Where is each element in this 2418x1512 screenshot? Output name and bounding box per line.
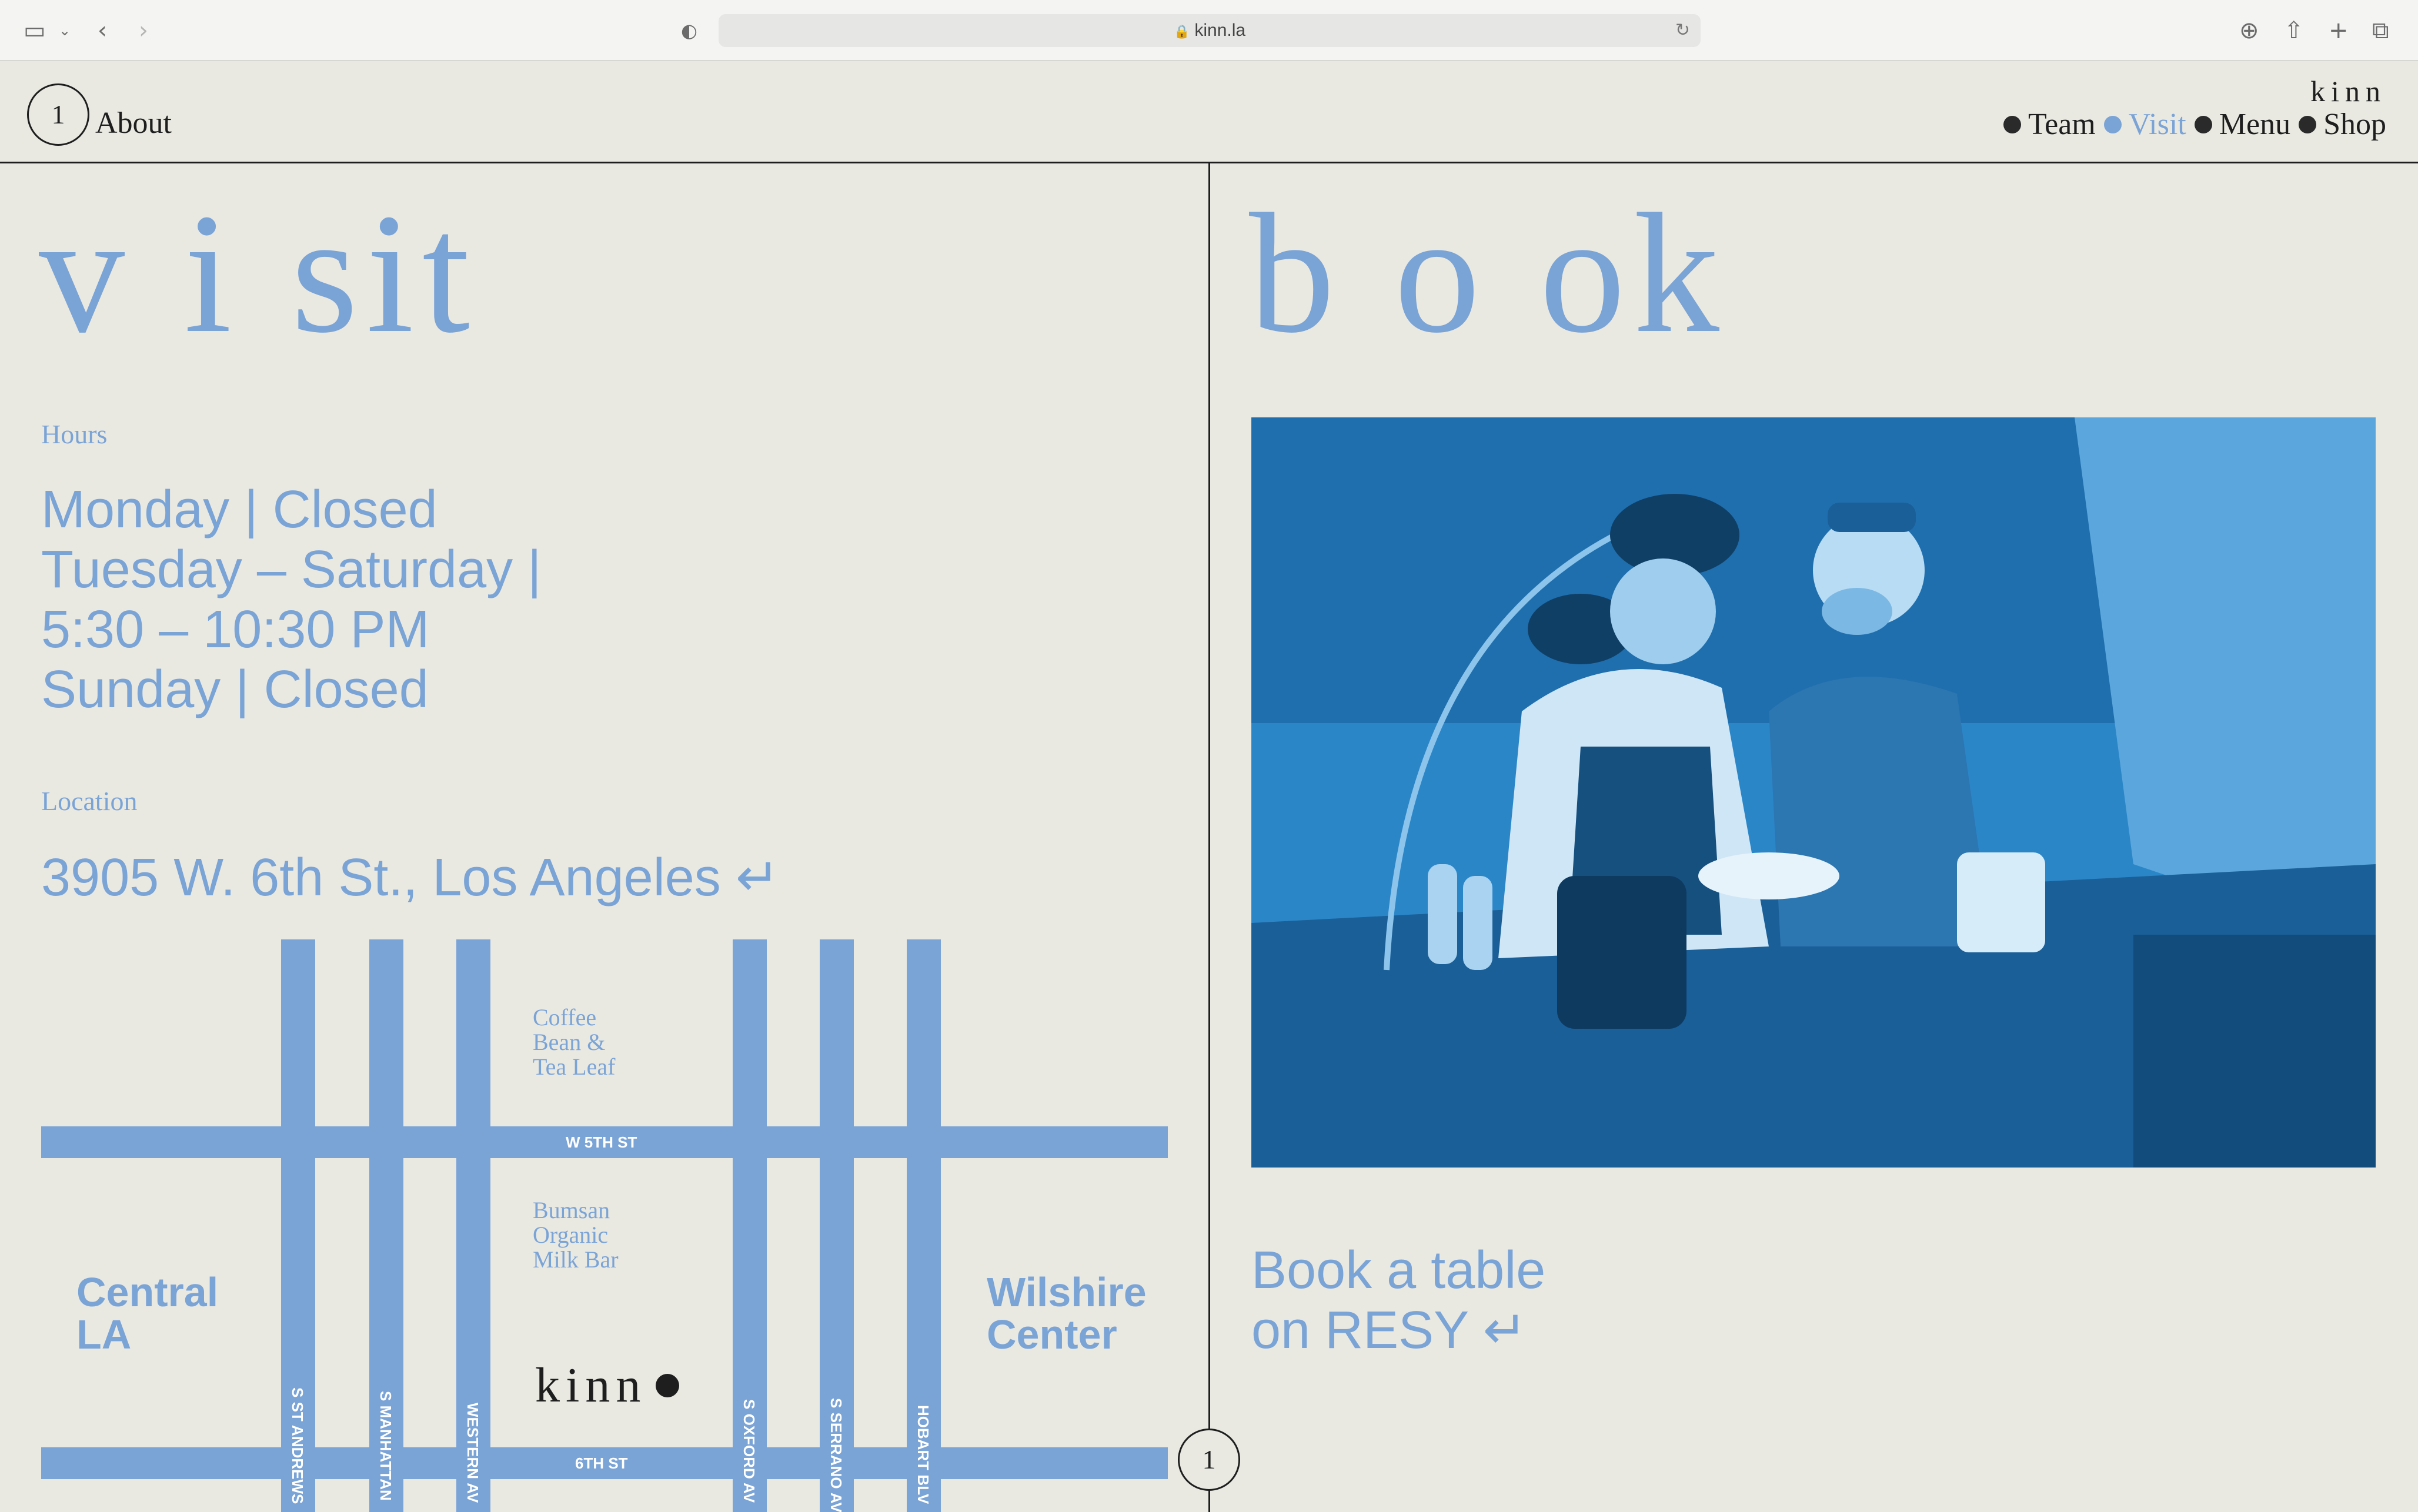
street-label-w-5th-st: W 5TH ST xyxy=(566,1133,637,1151)
hours-line: Monday | Closed xyxy=(41,480,437,539)
street-label-s-manhattan: S MANHATTAN xyxy=(377,1391,395,1501)
nav-dot xyxy=(2103,115,2122,133)
street-label-s-oxford-av: S OXFORD AV xyxy=(740,1399,758,1503)
marker-label: kinn xyxy=(535,1358,647,1413)
poi-coffee-bean: Coffee Bean & Tea Leaf xyxy=(533,1005,615,1079)
nav-item-visit[interactable]: Visit xyxy=(2103,107,2186,142)
lock-icon: 🔒 xyxy=(1173,25,1190,39)
visit-title: v i sit xyxy=(39,179,479,369)
nav-item-menu[interactable]: Menu xyxy=(2194,107,2291,142)
main-nav: Team Visit Menu Shop xyxy=(1995,107,2386,142)
nav-label: Shop xyxy=(2323,108,2386,141)
poi-line: Bean & xyxy=(533,1029,606,1055)
share-icon[interactable]: ⇧ xyxy=(2284,15,2304,46)
poi-line: Coffee xyxy=(533,1004,597,1031)
kinn-map-marker: kinn xyxy=(535,1357,680,1414)
poi-bumsan-milk-bar: Bumsan Organic Milk Bar xyxy=(533,1198,619,1272)
browser-toolbar: ▭ ⌄ ‹ › ◐ 🔒 kinn.la ↻ ⊕ ⇧ + ⧉ xyxy=(0,0,2418,61)
black-container xyxy=(1557,876,1686,1029)
deli-container xyxy=(1957,852,2045,952)
street-label-western-av: WESTERN AV xyxy=(464,1403,482,1503)
chef-right-cap xyxy=(1828,503,1916,532)
about-link[interactable]: About xyxy=(95,106,172,141)
book-resy-link[interactable]: Book a table on RESY ↵ xyxy=(1251,1240,1545,1360)
tabs-overview-icon[interactable]: ⧉ xyxy=(2372,15,2389,46)
address-link[interactable]: 3905 W. 6th St., Los Angeles ↵ xyxy=(41,847,780,908)
address-bar[interactable]: 🔒 kinn.la ↻ xyxy=(719,14,1701,47)
hours-label: Hours xyxy=(41,419,108,449)
street-label-6th-st: 6TH ST xyxy=(575,1454,628,1472)
book-title: b o ok xyxy=(1249,179,1728,369)
chef-left-head xyxy=(1610,558,1716,664)
hours-line: Tuesday – Saturday | xyxy=(41,540,542,599)
brand-logo[interactable]: kinn xyxy=(2310,74,2386,108)
area-label-central-la: Central LA xyxy=(76,1271,218,1356)
nav-label: Team xyxy=(2028,108,2096,141)
site-header: 1 About kinn Team Visit Menu Shop xyxy=(0,62,2418,163)
sink-area xyxy=(2133,935,2376,1168)
chef-right-mask xyxy=(1822,588,1892,635)
nav-item-shop[interactable]: Shop xyxy=(2299,107,2386,142)
nav-dot xyxy=(2194,115,2212,133)
location-map: W 5TH ST 6TH ST S ST ANDREWS S MANHATTAN… xyxy=(41,939,1168,1512)
shield-icon[interactable]: ◐ xyxy=(681,15,697,46)
column-divider xyxy=(1208,163,1210,1512)
back-icon[interactable]: ‹ xyxy=(98,15,107,46)
plate-stack xyxy=(1698,852,1839,899)
street-label-s-serrano-av: S SERRANO AV xyxy=(827,1398,845,1512)
squeeze-bottle xyxy=(1428,864,1457,964)
marker-dot xyxy=(656,1373,680,1397)
area-line: Center xyxy=(987,1312,1117,1357)
hours-line: 5:30 – 10:30 PM xyxy=(41,600,430,659)
poi-line: Milk Bar xyxy=(533,1246,619,1273)
nav-item-team[interactable]: Team xyxy=(2003,107,2096,142)
nav-label: Menu xyxy=(2219,108,2291,141)
kitchen-photo xyxy=(1251,417,2376,1168)
squeeze-bottle xyxy=(1463,876,1492,970)
sidebar-toggle-icon[interactable]: ▭ xyxy=(24,15,46,46)
location-label: Location xyxy=(41,786,138,816)
nav-dot xyxy=(2299,115,2317,133)
chevron-down-icon[interactable]: ⌄ xyxy=(59,15,71,46)
reload-icon[interactable]: ↻ xyxy=(1675,14,1690,47)
forward-icon[interactable]: › xyxy=(139,15,148,46)
download-icon[interactable]: ⊕ xyxy=(2239,15,2259,46)
poi-line: Bumsan xyxy=(533,1197,610,1223)
area-line: LA xyxy=(76,1312,132,1357)
photo-illustration xyxy=(1251,417,2376,1168)
book-line: on RESY ↵ xyxy=(1251,1301,1527,1360)
url-text: kinn.la xyxy=(1194,21,1246,40)
book-line: Book a table xyxy=(1251,1241,1546,1300)
page-number-badge-bottom: 1 xyxy=(1178,1429,1240,1491)
street-label-hobart-blv: HOBART BLV xyxy=(914,1405,932,1504)
area-line: Wilshire xyxy=(987,1269,1147,1315)
poi-line: Organic xyxy=(533,1222,609,1248)
area-label-wilshire-center: Wilshire Center xyxy=(987,1271,1147,1356)
page-number-badge: 1 xyxy=(27,83,89,146)
area-line: Central xyxy=(76,1269,219,1315)
hours-line: Sunday | Closed xyxy=(41,660,429,719)
street-label-s-st-andrews: S ST ANDREWS xyxy=(289,1387,306,1504)
nav-dot xyxy=(2003,115,2021,133)
poi-line: Tea Leaf xyxy=(533,1053,616,1080)
nav-label: Visit xyxy=(2128,108,2186,141)
new-tab-icon[interactable]: + xyxy=(2329,15,2349,46)
hours-list: Monday | Closed Tuesday – Saturday | 5:3… xyxy=(41,480,542,720)
